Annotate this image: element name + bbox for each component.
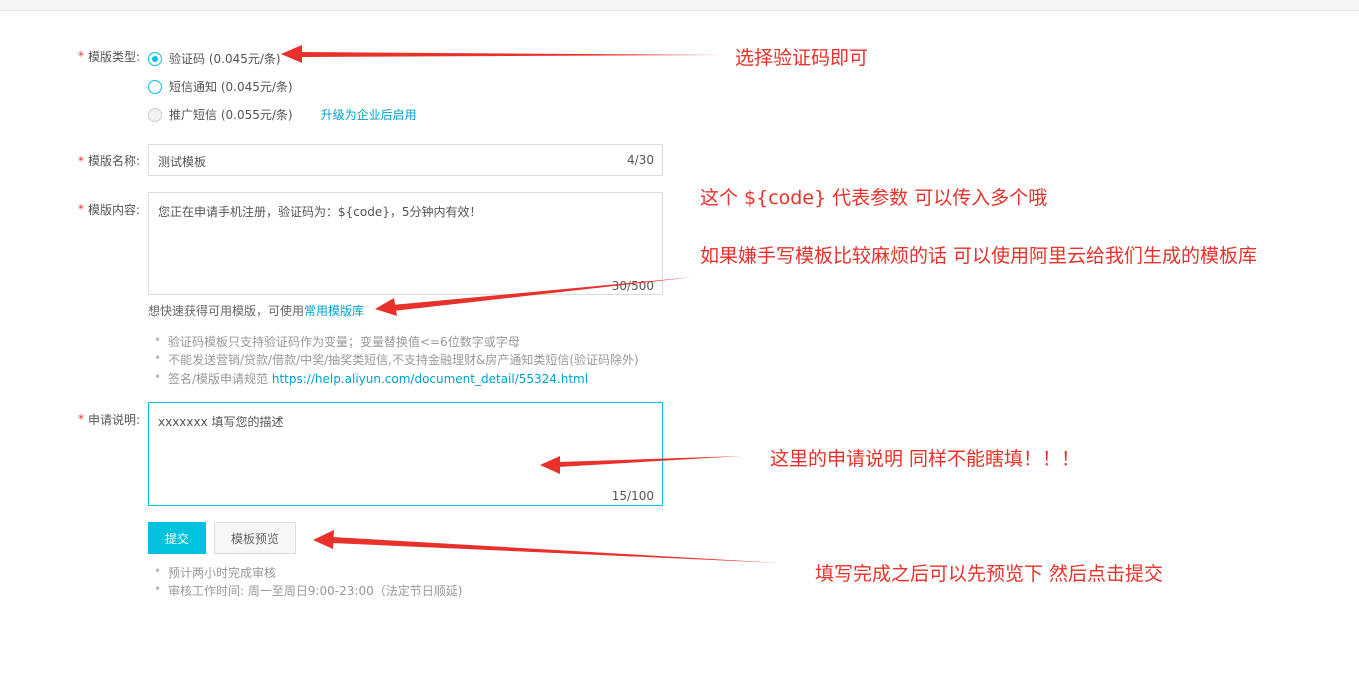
annotation-code-param: 这个 ${code} 代表参数 可以传入多个哦 bbox=[700, 187, 1048, 209]
annotation-arrows bbox=[281, 45, 780, 563]
annotation-preview-submit: 填写完成之后可以先预览下 然后点击提交 bbox=[815, 563, 1164, 585]
annotation-application-note: 这里的申请说明 同样不能瞎填！！！ bbox=[770, 448, 1081, 470]
arrow-to-application-note bbox=[540, 456, 742, 474]
arrow-to-buttons bbox=[313, 530, 780, 563]
annotation-select-code: 选择验证码即可 bbox=[735, 47, 869, 69]
annotation-template-library: 如果嫌手写模板比较麻烦的话 可以使用阿里云给我们生成的模板库 bbox=[700, 245, 1258, 267]
arrow-to-verification-code bbox=[281, 45, 720, 63]
arrow-to-template-library bbox=[375, 277, 694, 316]
